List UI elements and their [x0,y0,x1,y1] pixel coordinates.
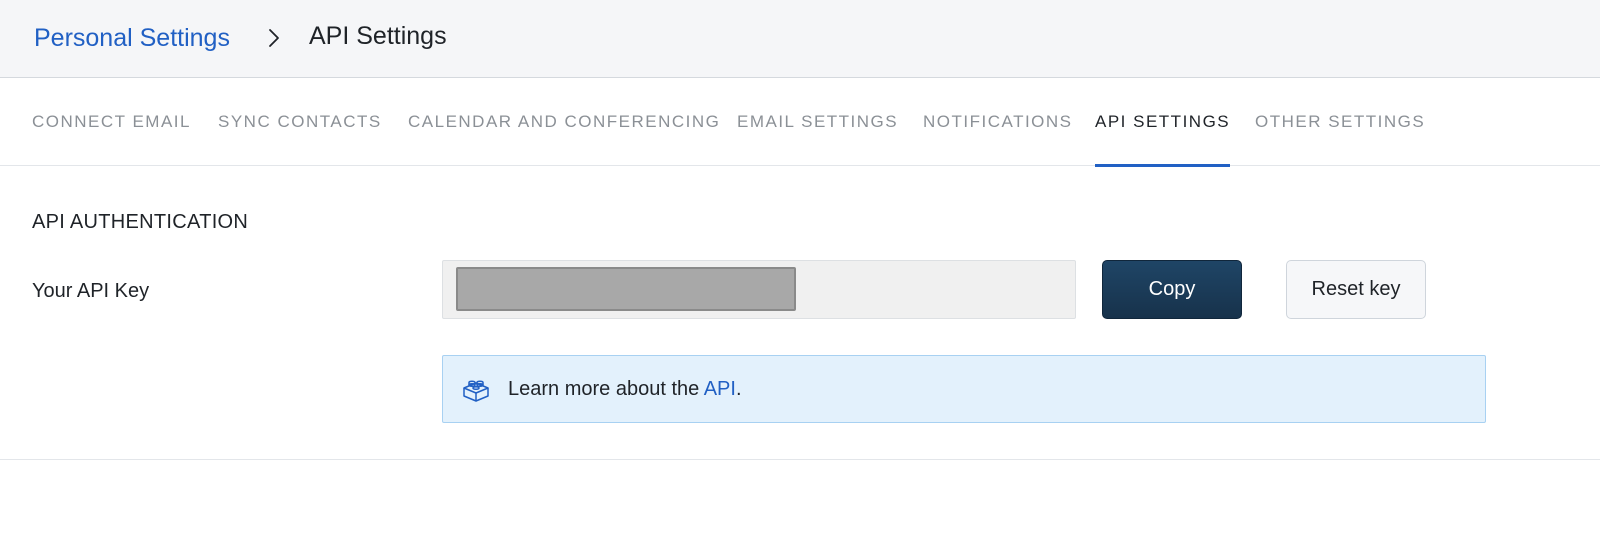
breadcrumb-personal-settings-link[interactable]: Personal Settings [34,24,230,53]
lego-block-icon [463,380,489,402]
breadcrumb-current-page: API Settings [309,22,447,50]
api-info-banner: Learn more about the API. [442,355,1486,423]
chevron-right-icon [269,29,279,47]
tab-api-settings[interactable]: API SETTINGS [1095,78,1231,167]
api-info-text: Learn more about the API. [508,378,742,401]
tab-notifications[interactable]: NOTIFICATIONS [923,78,1073,166]
api-key-redaction [456,267,796,311]
tab-connect-email[interactable]: CONNECT EMAIL [32,78,191,166]
api-docs-link[interactable]: API [704,378,736,400]
settings-tab-bar: CONNECT EMAIL SYNC CONTACTS CALENDAR AND… [0,78,1600,167]
tab-email-settings[interactable]: EMAIL SETTINGS [737,78,898,166]
api-key-label: Your API Key [32,280,150,302]
reset-key-button[interactable]: Reset key [1286,260,1426,319]
info-text-prefix: Learn more about the [508,378,704,400]
section-title: API AUTHENTICATION [32,211,249,233]
copy-button[interactable]: Copy [1102,260,1242,319]
tab-sync-contacts[interactable]: SYNC CONTACTS [218,78,382,166]
tab-other-settings[interactable]: OTHER SETTINGS [1255,78,1425,166]
page-header: Personal Settings API Settings [0,0,1600,78]
api-key-field[interactable] [442,260,1076,319]
tab-calendar-and-conferencing[interactable]: CALENDAR AND CONFERENCING [408,78,720,166]
info-text-suffix: . [735,378,742,400]
section-divider [0,459,1600,460]
